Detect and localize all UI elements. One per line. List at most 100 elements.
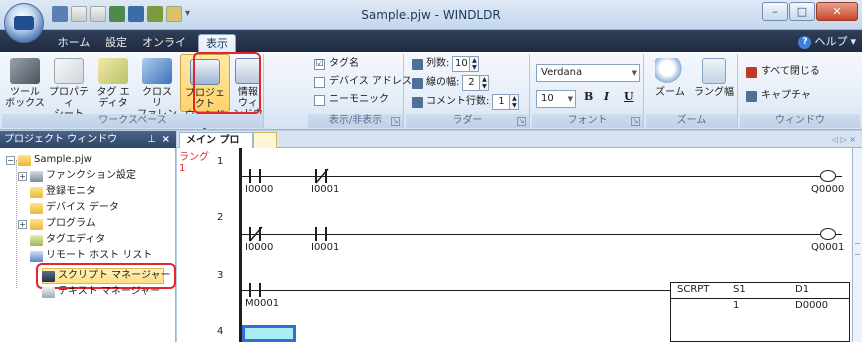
contact-address[interactable]: M0001 bbox=[245, 298, 279, 309]
pin-icon[interactable]: ⊥ bbox=[147, 131, 156, 148]
left-power-rail bbox=[239, 148, 242, 342]
mnemonic-checkbox[interactable]: ニーモニック bbox=[314, 92, 389, 108]
project-window-title: プロジェクト ウィンドウ bbox=[4, 134, 118, 145]
tree-node-label: デバイス データ bbox=[46, 202, 119, 213]
vertical-scrollbar[interactable] bbox=[852, 148, 862, 342]
mnemonic-label: ニーモニック bbox=[329, 94, 389, 105]
edit-cursor[interactable] bbox=[242, 325, 296, 342]
columns-stepper[interactable]: 10 ▲ ▼ bbox=[452, 56, 480, 72]
rung-wire bbox=[242, 234, 842, 235]
ladder-editor[interactable]: ラング 1 1 I0000 I0001 Q0000 2 I0000 I0001 … bbox=[177, 148, 862, 342]
tab-home[interactable]: ホーム bbox=[56, 34, 92, 52]
capture-button[interactable]: キャプチャ bbox=[746, 88, 811, 104]
tree-node-function-settings[interactable]: + ファンクション設定 bbox=[18, 168, 136, 184]
rung-width-button[interactable]: ラング幅 bbox=[692, 54, 736, 112]
underline-button[interactable]: U bbox=[624, 90, 634, 103]
ladder-launcher-icon[interactable]: ↘ bbox=[517, 117, 526, 126]
folder-icon bbox=[30, 218, 43, 230]
line-width-stepper[interactable]: 2 ▲ ▼ bbox=[462, 75, 490, 91]
device-address-label: デバイス アドレス bbox=[329, 76, 412, 87]
maximize-button[interactable]: □ bbox=[789, 2, 815, 21]
tree-node-script-manager[interactable]: スクリプト マネージャー bbox=[42, 268, 170, 284]
tree-node-project[interactable]: − Sample.pjw bbox=[6, 152, 92, 168]
panel-close-button[interactable]: × bbox=[162, 131, 170, 148]
rung-wire bbox=[242, 290, 670, 291]
tree-node-label: プログラム bbox=[46, 218, 96, 229]
font-size-value: 10 bbox=[541, 93, 554, 104]
remote-host-icon bbox=[30, 250, 43, 262]
ladder-group: 列数: 10 ▲ ▼ 線の幅: 2 ▲ ▼ コメント行数: 1 ▲ ▼ ラダー ↘ bbox=[406, 54, 530, 128]
tab-online[interactable]: オンライン bbox=[138, 34, 190, 67]
tab-scroll-arrows[interactable]: ◁ ▷ × bbox=[832, 132, 856, 147]
property-sheet-button[interactable]: プロパティ シート bbox=[48, 54, 90, 120]
contact-address[interactable]: I0000 bbox=[245, 242, 273, 253]
tree-node-device-data[interactable]: デバイス データ bbox=[30, 200, 119, 216]
coil-address[interactable]: Q0000 bbox=[811, 184, 844, 195]
tree-node-remote-host-list[interactable]: リモート ホスト リスト bbox=[30, 248, 152, 264]
tab-main-program[interactable]: メイン プログラム bbox=[179, 132, 253, 161]
font-launcher-icon[interactable]: ↘ bbox=[631, 117, 640, 126]
tag-icon bbox=[30, 234, 43, 246]
tag-editor-button[interactable]: タグ エ ディタ bbox=[92, 54, 134, 112]
minimize-button[interactable]: – bbox=[762, 2, 788, 21]
comment-rows-stepper[interactable]: 1 ▲ ▼ bbox=[492, 94, 520, 110]
close-button[interactable]: ✕ bbox=[816, 2, 858, 21]
tree-node-label: テキスト マネージャー bbox=[58, 286, 161, 297]
tree-node-label: リモート ホスト リスト bbox=[46, 250, 153, 261]
capture-icon bbox=[746, 90, 757, 102]
rung-width-label: ラング幅 bbox=[694, 87, 734, 98]
columns-setting: 列数: 10 ▲ ▼ bbox=[412, 55, 480, 73]
toolbox-icon bbox=[10, 58, 40, 84]
italic-button[interactable]: I bbox=[604, 90, 609, 103]
scrpt-function-block[interactable]: SCRPT S1 D1 1 D0000 bbox=[670, 282, 850, 342]
windldr-logo-icon bbox=[14, 16, 34, 30]
bold-button[interactable]: B bbox=[584, 90, 593, 103]
contact-address[interactable]: I0001 bbox=[311, 242, 339, 253]
tree-node-register-monitor[interactable]: 登録モニタ bbox=[30, 184, 96, 200]
text-icon bbox=[42, 286, 55, 298]
output-coil-icon[interactable] bbox=[820, 170, 836, 182]
contact-address[interactable]: I0001 bbox=[311, 184, 339, 195]
coil-address[interactable]: Q0001 bbox=[811, 242, 844, 253]
help-icon: ? bbox=[798, 35, 812, 49]
zoom-label: ズーム bbox=[655, 87, 685, 98]
tab-view[interactable]: 表示 bbox=[198, 34, 236, 52]
tree-node-label: タグエディタ bbox=[46, 234, 106, 245]
application-menu-button[interactable] bbox=[4, 3, 44, 43]
expand-icon[interactable]: + bbox=[18, 171, 27, 181]
cross-reference-button[interactable]: クロス リ ファレンス bbox=[136, 54, 178, 131]
window-title: Sample.pjw - WINDLDR bbox=[361, 8, 501, 22]
font-size-combo[interactable]: 10 ▼ bbox=[536, 90, 576, 108]
tree-node-program[interactable]: + プログラム bbox=[18, 216, 96, 232]
tag-name-checkbox[interactable]: ☑ タグ名 bbox=[314, 56, 359, 72]
output-coil-icon[interactable] bbox=[820, 228, 836, 240]
tree-node-tag-editor[interactable]: タグエディタ bbox=[30, 232, 105, 248]
device-address-checkbox[interactable]: デバイス アドレス bbox=[314, 74, 412, 90]
font-group: Verdana ▼ 10 ▼ B I U フォント ↘ bbox=[532, 54, 644, 128]
contact-address[interactable]: I0000 bbox=[245, 184, 273, 195]
zoom-button[interactable]: ズーム bbox=[648, 54, 692, 112]
show-hide-launcher-icon[interactable]: ↘ bbox=[391, 117, 400, 126]
collapse-icon[interactable]: − bbox=[6, 155, 15, 165]
block-d1-value: D0000 bbox=[795, 300, 829, 311]
tab-settings[interactable]: 設定 bbox=[98, 34, 134, 52]
window-group-label: ウィンドウ bbox=[740, 114, 860, 128]
close-all-button[interactable]: すべて閉じる bbox=[746, 64, 820, 80]
toolbox-button[interactable]: ツール ボックス bbox=[4, 54, 46, 112]
font-name-combo[interactable]: Verdana ▼ bbox=[536, 64, 640, 82]
tree-node-label: スクリプト マネージャー bbox=[58, 270, 171, 281]
columns-icon bbox=[412, 58, 423, 70]
expand-icon[interactable]: + bbox=[18, 219, 27, 229]
property-sheet-icon bbox=[54, 58, 84, 84]
tag-editor-icon bbox=[98, 58, 128, 84]
tree-node-text-manager[interactable]: テキスト マネージャー bbox=[42, 284, 160, 300]
block-s1-label: S1 bbox=[733, 284, 746, 295]
line-width-setting: 線の幅: 2 ▲ ▼ bbox=[412, 74, 490, 92]
font-size-dropdown-icon: ▼ bbox=[567, 95, 573, 103]
tree-node-label: ファンクション設定 bbox=[46, 170, 136, 181]
script-icon bbox=[42, 270, 55, 282]
help-button[interactable]: ? ヘルプ ▾ bbox=[798, 34, 856, 50]
new-tab-button[interactable] bbox=[253, 132, 277, 148]
cross-reference-icon bbox=[142, 58, 172, 84]
workspace-group-label: ワークスペース bbox=[2, 114, 263, 128]
